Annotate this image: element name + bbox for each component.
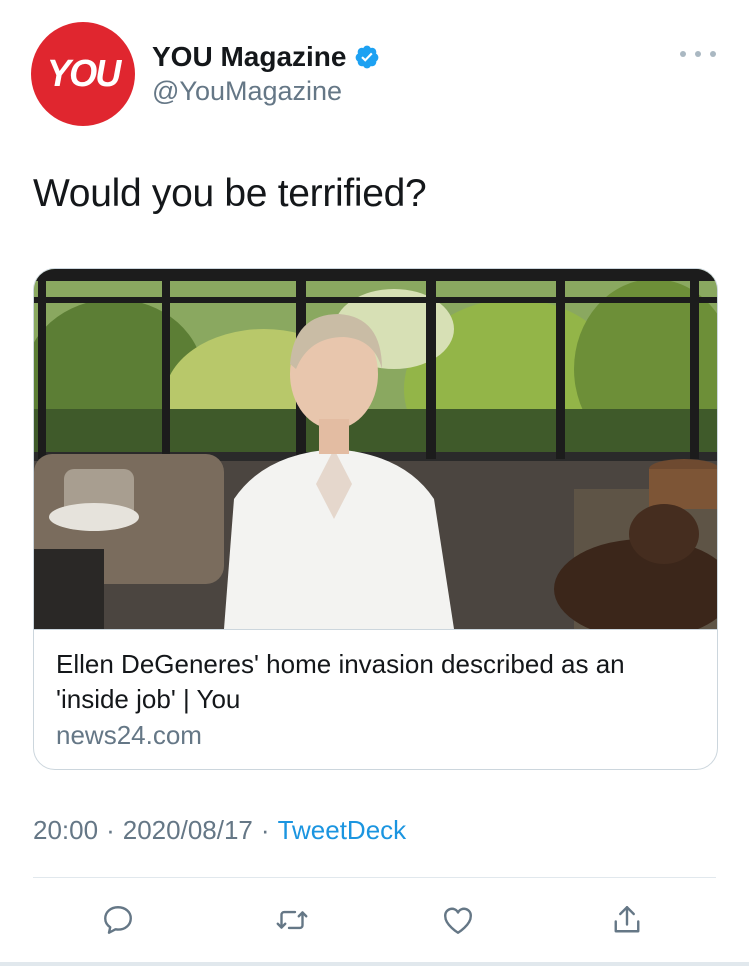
dot: [710, 51, 716, 57]
heart-icon: [444, 907, 472, 934]
like-button[interactable]: [438, 900, 478, 940]
tweet-time: 20:00: [33, 815, 99, 845]
meta-separator: ·: [260, 815, 270, 845]
verified-badge-icon: [356, 45, 379, 69]
divider: [33, 877, 716, 878]
meta-separator: ·: [106, 815, 115, 845]
bottom-border: [0, 962, 749, 966]
author-name-row[interactable]: YOU Magazine: [152, 37, 380, 77]
card-title[interactable]: Ellen DeGeneres' home invasion described…: [56, 647, 696, 717]
share-button[interactable]: [607, 900, 647, 940]
dot: [680, 51, 686, 57]
tweet-meta: 20:00 · 2020/08/17 · TweetDeck: [33, 815, 406, 846]
dot: [695, 51, 701, 57]
tweet-text: Would you be terrified?: [33, 172, 427, 215]
display-name[interactable]: YOU Magazine: [152, 41, 346, 73]
more-options-icon[interactable]: [680, 44, 716, 64]
card-domain: news24.com: [56, 720, 202, 750]
tweet: YOU YOU Magazine @YouMagazine Would you …: [0, 0, 749, 966]
avatar[interactable]: YOU: [31, 22, 135, 126]
retweet-icon: [276, 910, 308, 930]
handle[interactable]: @YouMagazine: [152, 76, 342, 107]
avatar-logo-text: YOU: [46, 52, 121, 95]
reply-icon: [104, 906, 132, 934]
tweet-date: 2020/08/17: [122, 815, 253, 845]
link-card[interactable]: Ellen DeGeneres' home invasion described…: [33, 268, 718, 770]
tweet-source-link[interactable]: TweetDeck: [278, 815, 407, 846]
share-icon: [614, 906, 640, 933]
reply-button[interactable]: [98, 900, 138, 940]
link-preview-photo[interactable]: [34, 269, 717, 630]
retweet-button[interactable]: [272, 900, 312, 940]
